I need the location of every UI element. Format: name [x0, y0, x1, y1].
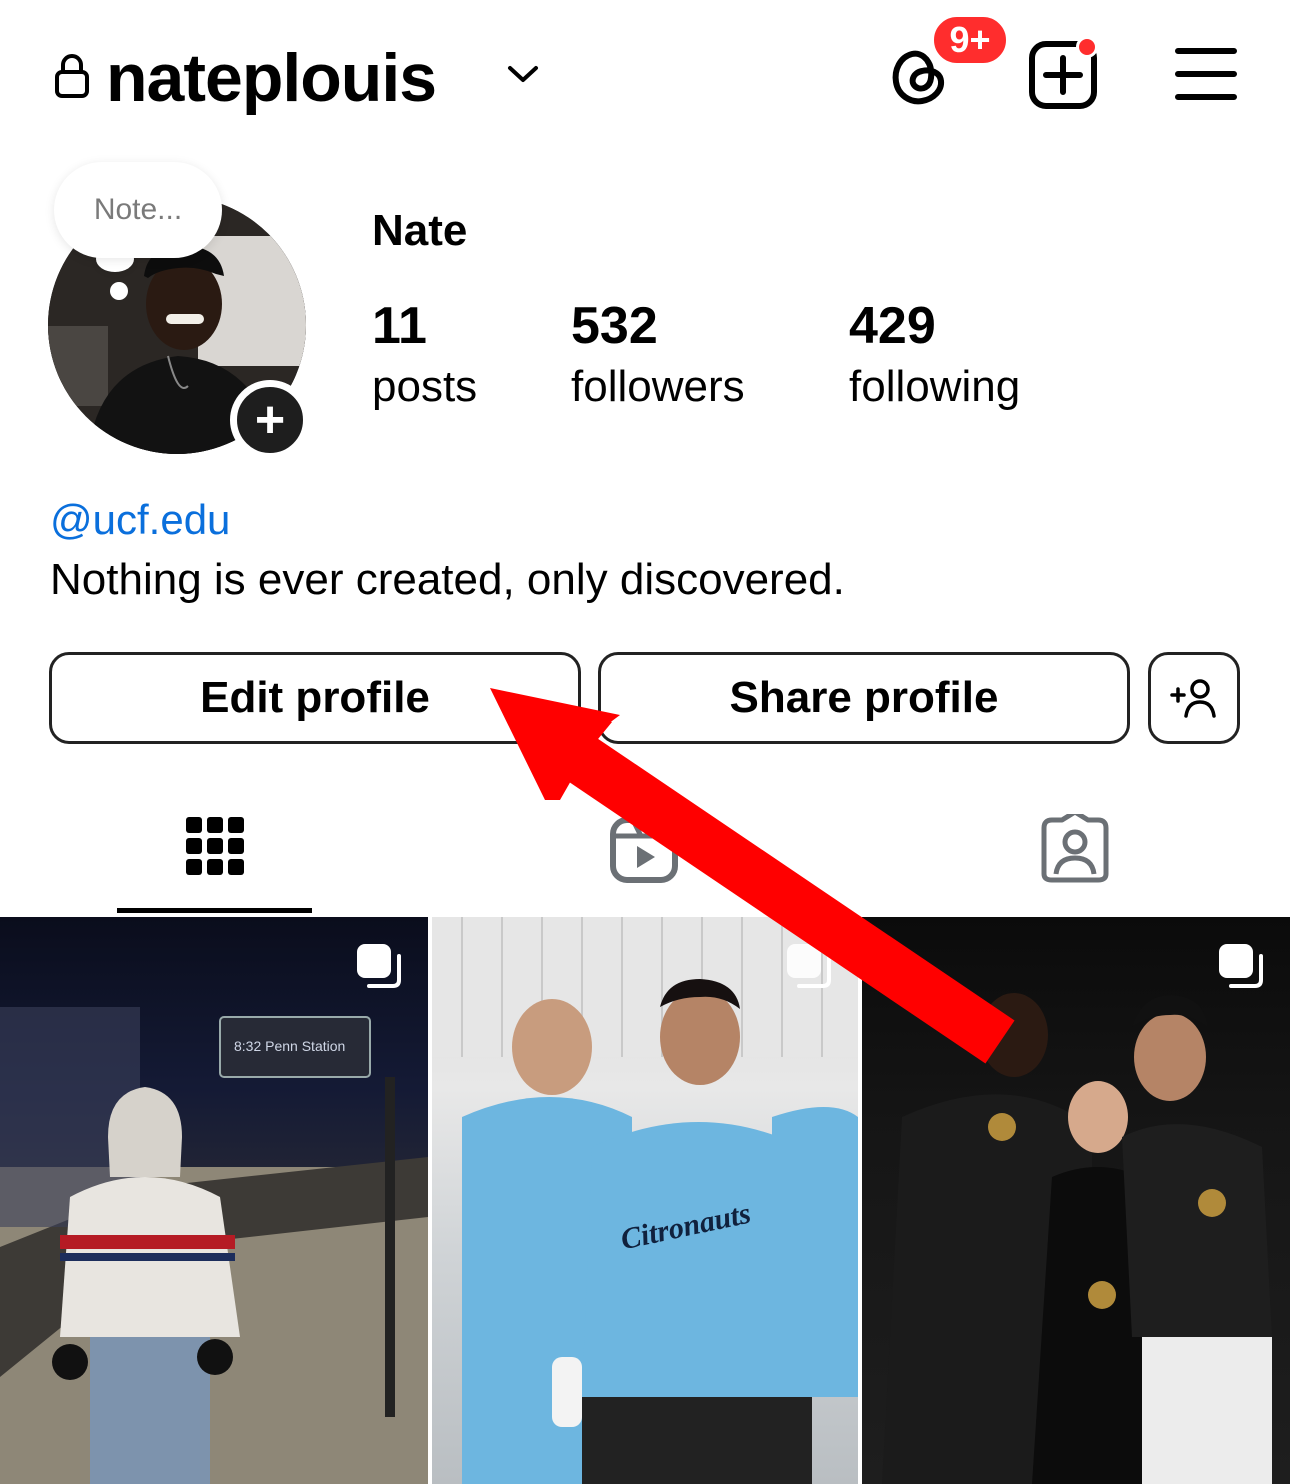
following-label[interactable]: following: [849, 362, 1020, 412]
post-image: [882, 993, 1272, 1484]
post-tile[interactable]: [862, 917, 1290, 1484]
edit-profile-button[interactable]: Edit profile: [49, 652, 581, 744]
discover-people-button[interactable]: [1148, 652, 1240, 744]
post-image: Citronauts: [432, 917, 858, 1484]
share-profile-button[interactable]: Share profile: [598, 652, 1130, 744]
post-tile[interactable]: Citronauts: [432, 917, 858, 1484]
add-person-icon: [1170, 679, 1216, 718]
chevron-down-icon[interactable]: [506, 62, 540, 86]
username-title[interactable]: nateplouis: [106, 38, 437, 118]
posts-count[interactable]: 11: [372, 296, 427, 356]
followers-label[interactable]: followers: [571, 362, 745, 412]
grid-icon[interactable]: [180, 814, 250, 884]
new-activity-dot: [1076, 36, 1098, 58]
note-bubble-tail-small: [110, 282, 128, 300]
multiple-photos-icon: [1219, 944, 1263, 988]
display-name: Nate: [372, 206, 468, 255]
posts-label[interactable]: posts: [372, 362, 477, 412]
post-tile[interactable]: 8:32 Penn Station: [0, 917, 428, 1484]
notification-badge: 9+: [930, 13, 1010, 67]
note-bubble[interactable]: Note...: [54, 162, 222, 258]
tagged-icon[interactable]: [1040, 814, 1110, 884]
tab-selected-indicator: [117, 908, 312, 913]
menu-icon[interactable]: [1175, 46, 1237, 102]
multiple-photos-icon: [357, 944, 401, 988]
profile-link[interactable]: @ucf.edu: [50, 496, 230, 544]
reels-icon[interactable]: [609, 814, 679, 884]
followers-count[interactable]: 532: [571, 296, 658, 356]
post-image: 8:32 Penn Station: [0, 1007, 428, 1484]
following-count[interactable]: 429: [849, 296, 936, 356]
lock-icon: [55, 54, 89, 98]
multiple-photos-icon: [787, 944, 831, 988]
add-story-button[interactable]: +: [230, 380, 310, 460]
station-sign-text: 8:32 Penn Station: [234, 1038, 345, 1054]
bio-text: Nothing is ever created, only discovered…: [50, 555, 845, 604]
